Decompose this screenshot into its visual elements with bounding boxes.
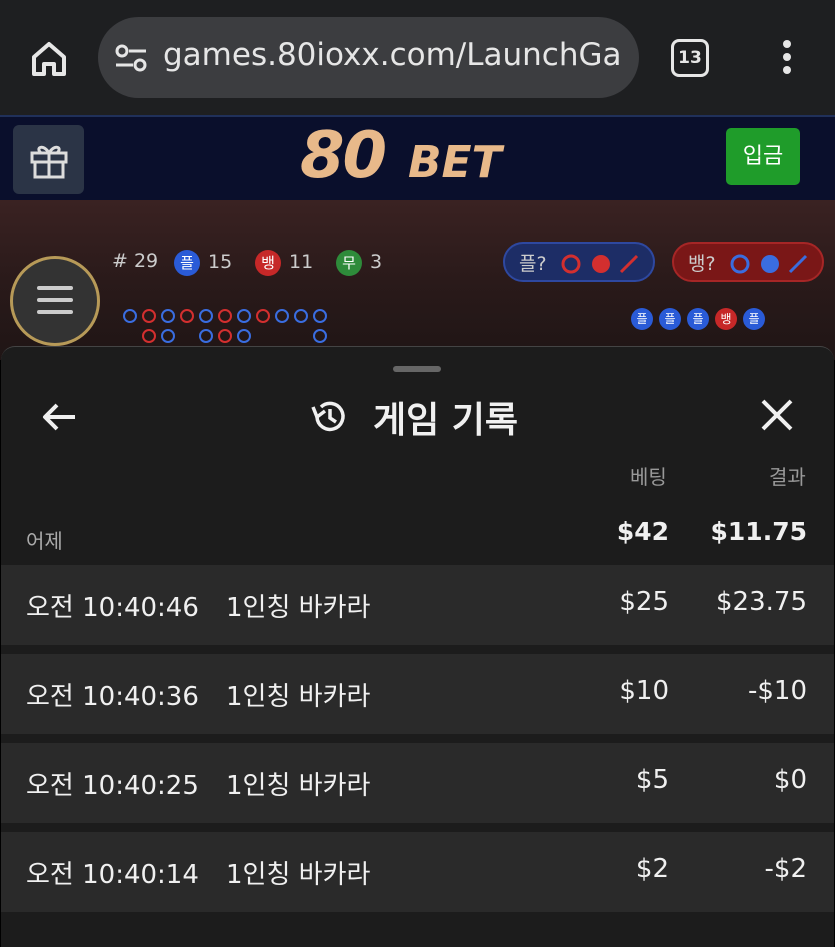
day-summary-row: 어제 $42 $11.75 xyxy=(1,507,834,565)
url-text[interactable]: games.80ioxx.com/LaunchGam xyxy=(163,37,623,73)
tune-icon[interactable] xyxy=(114,43,148,73)
bead: 플 xyxy=(743,308,765,330)
tie-badge: 무 xyxy=(336,250,362,276)
tie-stat: 무3 xyxy=(336,250,382,276)
row-time: 오전 10:40:14 xyxy=(26,860,199,890)
browser-toolbar: games.80ioxx.com/LaunchGam 13 xyxy=(0,0,835,115)
row-game: 1인칭 바카라 xyxy=(226,771,371,801)
banker-stat: 뱅 11 xyxy=(255,250,313,276)
game-history-sheet: 게임 기록 베팅 결과 어제 $42 $11.75 오전 10:40:46 1인… xyxy=(1,346,834,947)
column-header-bet: 베팅 xyxy=(630,465,667,489)
column-header-result: 결과 xyxy=(769,465,806,489)
row-result: $23.75 xyxy=(716,587,807,617)
row-result: $0 xyxy=(773,765,807,795)
tab-switcher-button[interactable]: 13 xyxy=(671,39,709,77)
gift-icon xyxy=(30,145,68,179)
round-number: # 29 xyxy=(112,250,159,272)
banker-badge: 뱅 xyxy=(255,250,281,276)
player-predict-button[interactable]: 플? xyxy=(503,242,655,282)
predict-marks-icon xyxy=(561,254,639,274)
big-road-map xyxy=(123,309,327,343)
player-badge: 플 xyxy=(174,250,200,276)
deposit-button[interactable]: 입금 xyxy=(726,128,800,185)
bead: 플 xyxy=(687,308,709,330)
predict-marks-icon xyxy=(730,254,808,274)
drag-handle[interactable] xyxy=(393,366,441,372)
site-logo[interactable]: 80 BET xyxy=(300,119,540,199)
home-icon[interactable] xyxy=(26,36,72,82)
row-game: 1인칭 바카라 xyxy=(226,860,371,890)
history-row[interactable]: 오전 10:40:46 1인칭 바카라 $25 $23.75 xyxy=(1,565,834,645)
bead: 뱅 xyxy=(715,308,737,330)
bead-road: 플플플뱅플 xyxy=(625,308,765,330)
history-icon xyxy=(311,401,345,432)
game-menu-button[interactable] xyxy=(10,256,100,346)
row-result: -$10 xyxy=(747,676,807,706)
day-label: 어제 xyxy=(26,529,63,553)
arrow-back-icon[interactable] xyxy=(39,397,79,437)
row-game: 1인칭 바카라 xyxy=(226,682,371,712)
bead: 플 xyxy=(631,308,653,330)
history-row[interactable]: 오전 10:40:36 1인칭 바카라 $10 -$10 xyxy=(1,654,834,734)
row-time: 오전 10:40:25 xyxy=(26,771,199,801)
row-game: 1인칭 바카라 xyxy=(226,593,371,623)
history-row[interactable]: 오전 10:40:25 1인칭 바카라 $5 $0 xyxy=(1,743,834,823)
player-stat: 플 15 xyxy=(174,250,232,276)
row-bet: $25 xyxy=(619,587,669,617)
more-vert-icon[interactable] xyxy=(777,40,797,76)
row-time: 오전 10:40:46 xyxy=(26,593,199,623)
day-result-total: $11.75 xyxy=(710,517,807,546)
day-bet-total: $42 xyxy=(616,517,669,546)
row-result: -$2 xyxy=(764,854,807,884)
history-row[interactable]: 오전 10:40:14 1인칭 바카라 $2 -$2 xyxy=(1,832,834,912)
row-bet: $5 xyxy=(635,765,669,795)
bead: 플 xyxy=(659,308,681,330)
site-header: 80 BET 입금 xyxy=(0,115,835,204)
gift-button[interactable] xyxy=(13,125,84,194)
page-title: 게임 기록 xyxy=(309,391,518,441)
row-bet: $10 xyxy=(619,676,669,706)
row-bet: $2 xyxy=(635,854,669,884)
row-time: 오전 10:40:36 xyxy=(26,682,199,712)
game-area: # 29 플 15 뱅 11 무3 플? 뱅? 플 플 플 뱅 플 xyxy=(0,200,835,360)
banker-predict-button[interactable]: 뱅? xyxy=(672,242,824,282)
address-bar[interactable]: games.80ioxx.com/LaunchGam xyxy=(98,17,639,98)
close-icon[interactable] xyxy=(759,397,795,433)
